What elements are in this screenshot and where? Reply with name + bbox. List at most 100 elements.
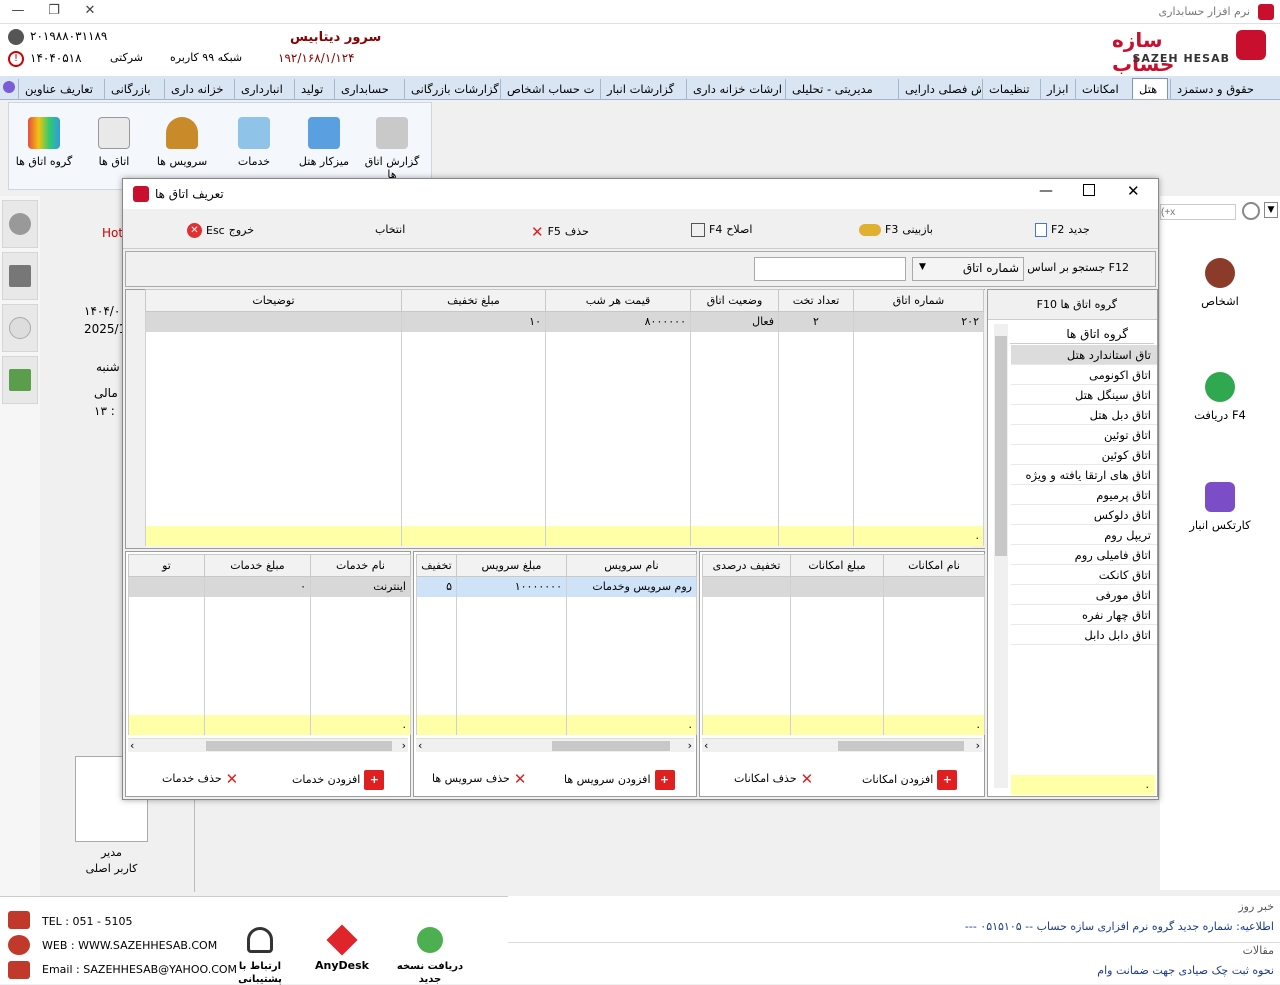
contact-web[interactable]: WEB : WWW.SAZEHHESAB.COM [42, 939, 217, 952]
facilities-hscroll[interactable]: ‹ › [702, 738, 982, 752]
maximize-icon[interactable] [1083, 184, 1095, 196]
license-code: ۱۴۰۴۰۵۱۸ [30, 51, 82, 65]
ribbon-room-report[interactable]: گزارش اتاق ها [359, 111, 425, 181]
tab-definitions[interactable]: تعاریف عناوین [18, 79, 103, 100]
anydesk-icon [326, 924, 358, 956]
edit-button[interactable]: اصلاحF4 [691, 223, 752, 237]
tab-treasury[interactable]: خزانه داری [164, 79, 233, 100]
ribbon-rooms[interactable]: اتاق ها [81, 111, 147, 168]
minimize-icon[interactable]: — [1039, 183, 1053, 199]
list-item[interactable]: اتاق چهار نفره [1011, 605, 1157, 625]
lock-icon [8, 29, 24, 45]
list-item[interactable]: اتاق اکونومی [1011, 365, 1157, 385]
tab-inventory-reports[interactable]: گزارشات انبار [600, 79, 685, 100]
add-service-button[interactable]: +افزودن سرویس ها [564, 770, 675, 790]
restore-icon[interactable]: ❐ [44, 3, 64, 18]
news-ticker[interactable]: اطلاعیه: شماره جدید گروه نرم افزاری سازه… [965, 920, 1274, 933]
tab-facilities[interactable]: امکانات [1075, 79, 1130, 100]
minimize-icon[interactable]: — [8, 3, 28, 18]
list-item[interactable]: اتاق مورفی [1011, 585, 1157, 605]
groups-scrollbar[interactable] [994, 324, 1008, 788]
services-hscroll[interactable]: ‹ › [416, 738, 694, 752]
globe-icon [8, 935, 30, 955]
list-item[interactable]: اتاق سینگل هتل [1011, 385, 1157, 405]
list-item[interactable]: اتاق توئین [1011, 425, 1157, 445]
binoculars-icon [859, 224, 881, 236]
report-icon [376, 117, 408, 149]
theme-orb-icon[interactable] [3, 81, 15, 93]
tab-commerce-reports[interactable]: گزارشات بازرگانی [404, 79, 499, 100]
col-room-number[interactable]: شماره اتاق [853, 289, 984, 312]
remove-extra-button[interactable]: ✕حذف خدمات [162, 770, 238, 788]
anydesk-button[interactable]: AnyDesk [306, 924, 378, 972]
list-item[interactable]: اتاق های ارتقا یافته و ویژه [1011, 465, 1157, 485]
tab-persons-accounts[interactable]: ت حساب اشخاص [500, 79, 599, 100]
tab-warehousing[interactable]: انبارداری [234, 79, 293, 100]
tab-seasonal-assets[interactable]: ش فصلی دارایی [898, 79, 981, 100]
new-button[interactable]: جدیدF2 [1035, 223, 1090, 237]
ribbon-services[interactable]: خدمات [221, 111, 287, 168]
add-extra-button[interactable]: +افزودن خدمات [292, 770, 385, 790]
list-item[interactable]: اتاق پرمیوم [1011, 485, 1157, 505]
headset-icon [247, 927, 273, 953]
tools-button[interactable] [2, 252, 38, 300]
tab-payroll[interactable]: حقوق و دستمزد [1170, 79, 1278, 100]
article-link[interactable]: نحوه ثبت چک صیادی جهت ضمانت وام [1097, 964, 1274, 977]
tab-hotel[interactable]: هتل [1132, 78, 1168, 99]
ribbon-hotel-desk[interactable]: میزکار هتل [291, 111, 357, 168]
list-item[interactable]: اتاق فامیلی روم [1011, 545, 1157, 565]
col-price[interactable]: قیمت هر شب [545, 289, 691, 312]
dropdown-icon[interactable]: ▼ [1264, 202, 1278, 218]
shortcut-search-input[interactable] [1160, 204, 1236, 220]
list-item[interactable]: اتاق دبل هتل [1011, 405, 1157, 425]
table-row[interactable]: ۰ اینترنت [128, 576, 411, 597]
settings-button[interactable] [2, 200, 38, 248]
shortcut-cardex[interactable]: کارتکس انبار [1160, 482, 1280, 532]
add-facility-button[interactable]: +افزودن امکانات [862, 770, 958, 790]
gear-icon [9, 213, 31, 235]
table-row[interactable]: ۱۰ ۸۰۰۰۰۰۰ فعال ۲ ۲۰۲ [145, 311, 984, 332]
ribbon-room-service[interactable]: سرویس ها [149, 111, 215, 168]
col-description[interactable]: توضیحات [145, 289, 402, 312]
view-button[interactable]: بازبینیF3 [859, 223, 933, 236]
col-discount[interactable]: مبلغ تخفیف [401, 289, 546, 312]
info-icon: ! [8, 51, 24, 67]
list-item[interactable]: تاق استاندارد هتل [1011, 345, 1157, 365]
tips-button[interactable] [2, 304, 38, 352]
contact-email[interactable]: Email : SAZEHHESAB@YAHOO.COM [42, 963, 237, 976]
table-row[interactable]: ۵ ۱۰۰۰۰۰۰۰ روم سرویس وخدمات [416, 576, 697, 597]
search-input[interactable] [754, 257, 906, 281]
list-item[interactable]: اتاق دلوکس [1011, 505, 1157, 525]
finance-button[interactable] [2, 356, 38, 404]
list-item[interactable]: تریپل روم [1011, 525, 1157, 545]
shortcut-persons[interactable]: اشخاص [1160, 258, 1280, 308]
hotel-ribbon: گزارش اتاق ها میزکار هتل خدمات سرویس ها … [8, 102, 432, 190]
tab-treasury-reports[interactable]: ارشات خزانه داری [686, 79, 784, 100]
update-button[interactable]: دریافت نسخه جدید [384, 927, 476, 985]
tab-settings[interactable]: تنظیمات [982, 79, 1038, 100]
list-item[interactable]: اتاق کوئین [1011, 445, 1157, 465]
remove-service-button[interactable]: ✕حذف سرویس ها [432, 770, 526, 788]
list-item[interactable]: اتاق دابل دابل [1011, 625, 1157, 645]
extras-hscroll[interactable]: ‹ › [128, 738, 408, 752]
delete-button[interactable]: حذفF5✕ [527, 223, 589, 241]
search-field-select[interactable]: شماره اتاق ▼ [912, 257, 1024, 281]
window-titlebar: نرم افزار حسابداری — ❐ ✕ [0, 0, 1280, 24]
select-button[interactable]: انتخاب [375, 223, 405, 236]
shortcut-receive[interactable]: دریافت F4 [1160, 372, 1280, 422]
tab-commerce[interactable]: بازرگانی [104, 79, 163, 100]
exit-button[interactable]: خروجEsc✕ [187, 223, 254, 238]
tab-production[interactable]: تولید [294, 79, 333, 100]
ribbon-room-groups[interactable]: گروه اتاق ها [11, 111, 77, 168]
tab-tools[interactable]: ابزار [1040, 79, 1074, 100]
col-status[interactable]: وضعیت اتاق [690, 289, 779, 312]
col-beds[interactable]: تعداد تخت [778, 289, 854, 312]
list-item[interactable]: اتاق کانکت [1011, 565, 1157, 585]
close-icon[interactable]: ✕ [80, 3, 100, 18]
tab-accounting[interactable]: حسابداری [334, 79, 402, 100]
remove-facility-button[interactable]: ✕حذف امکانات [734, 770, 813, 788]
close-icon[interactable]: ✕ [1127, 182, 1140, 200]
support-button[interactable]: ارتباط با پشتیبانی [222, 927, 298, 985]
gear-icon[interactable] [1242, 202, 1260, 220]
tab-management[interactable]: مدیریتی - تحلیلی [785, 79, 897, 100]
